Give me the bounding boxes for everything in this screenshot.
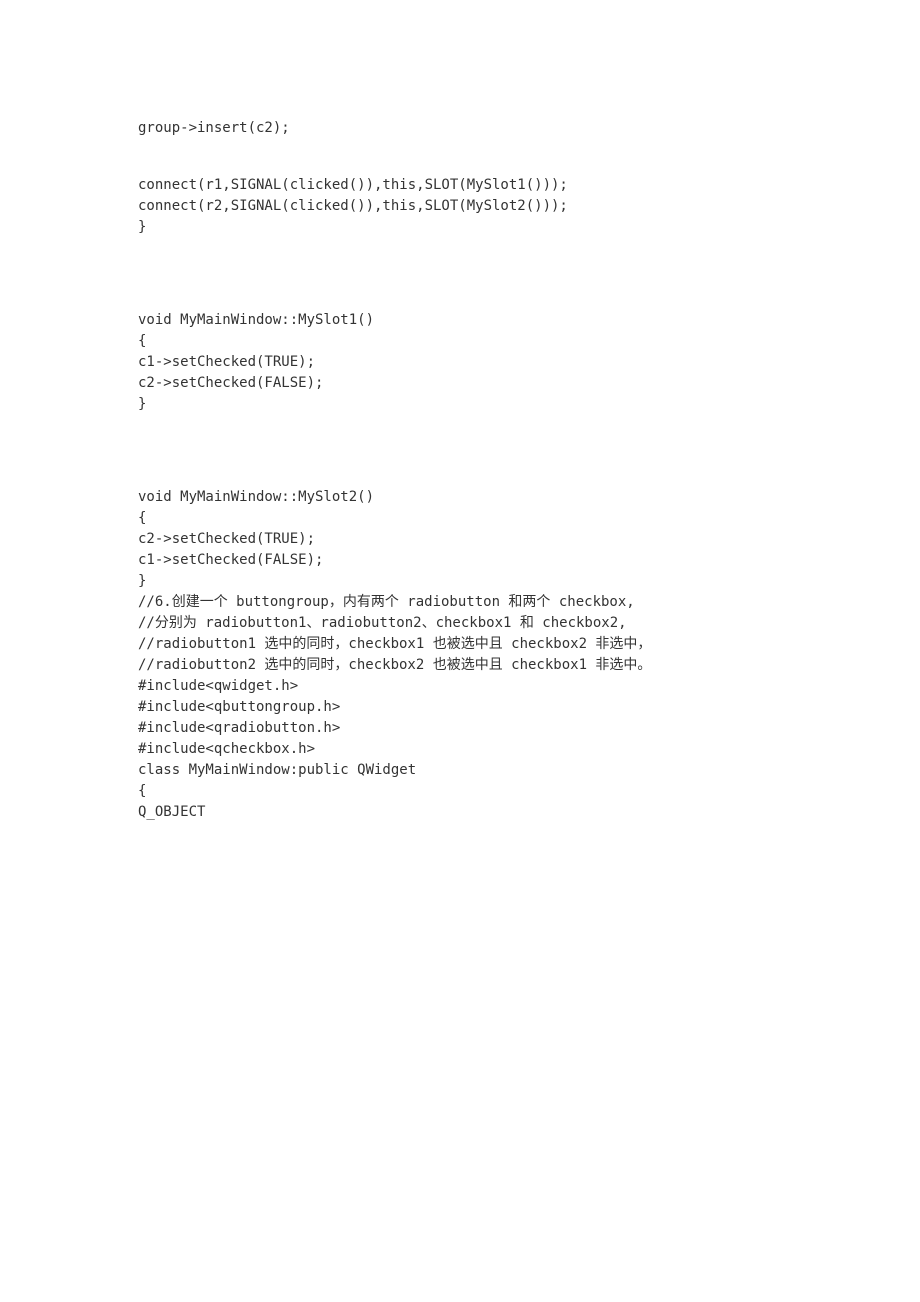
code-line: { xyxy=(138,331,782,352)
code-line: group->insert(c2); xyxy=(138,118,782,139)
code-line: #include<qwidget.h> xyxy=(138,676,782,697)
blank-line xyxy=(138,451,782,487)
blank-line xyxy=(138,139,782,175)
code-line: class MyMainWindow:public QWidget xyxy=(138,760,782,781)
code-line: void MyMainWindow::MySlot1() xyxy=(138,310,782,331)
blank-line xyxy=(138,274,782,310)
code-line: c2->setChecked(FALSE); xyxy=(138,373,782,394)
code-line: } xyxy=(138,217,782,238)
code-document: group->insert(c2); connect(r1,SIGNAL(clic… xyxy=(0,0,920,923)
code-line: c1->setChecked(FALSE); xyxy=(138,550,782,571)
code-line: #include<qradiobutton.h> xyxy=(138,718,782,739)
blank-line xyxy=(138,415,782,451)
code-line: #include<qbuttongroup.h> xyxy=(138,697,782,718)
code-line: //radiobutton2 选中的同时，checkbox2 也被选中且 che… xyxy=(138,655,782,676)
code-line: c2->setChecked(TRUE); xyxy=(138,529,782,550)
code-line: { xyxy=(138,508,782,529)
code-line: #include<qcheckbox.h> xyxy=(138,739,782,760)
code-line: } xyxy=(138,571,782,592)
code-line: c1->setChecked(TRUE); xyxy=(138,352,782,373)
code-line: connect(r2,SIGNAL(clicked()),this,SLOT(M… xyxy=(138,196,782,217)
code-line: //分别为 radiobutton1、radiobutton2、checkbox… xyxy=(138,613,782,634)
code-line: void MyMainWindow::MySlot2() xyxy=(138,487,782,508)
code-line: { xyxy=(138,781,782,802)
code-block: group->insert(c2); connect(r1,SIGNAL(clic… xyxy=(138,118,782,823)
code-line: } xyxy=(138,394,782,415)
blank-line xyxy=(138,238,782,274)
code-line: Q_OBJECT xyxy=(138,802,782,823)
code-line: connect(r1,SIGNAL(clicked()),this,SLOT(M… xyxy=(138,175,782,196)
code-line: //6.创建一个 buttongroup，内有两个 radiobutton 和两… xyxy=(138,592,782,613)
code-line: //radiobutton1 选中的同时，checkbox1 也被选中且 che… xyxy=(138,634,782,655)
